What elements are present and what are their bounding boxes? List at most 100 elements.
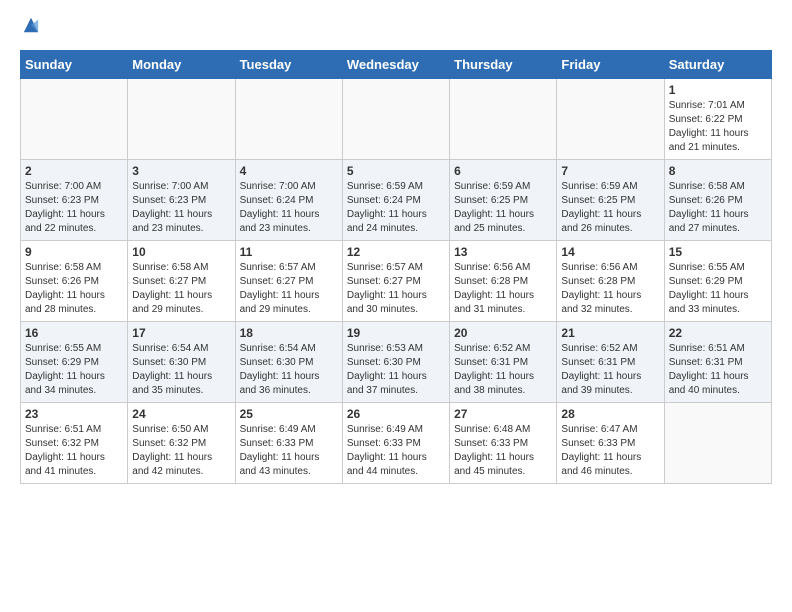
calendar-cell: 10 Sunrise: 6:58 AM Sunset: 6:27 PM Dayli… (128, 241, 235, 322)
calendar-table: SundayMondayTuesdayWednesdayThursdayFrid… (20, 50, 772, 484)
calendar-cell: 22 Sunrise: 6:51 AM Sunset: 6:31 PM Dayli… (664, 322, 771, 403)
day-info: Sunrise: 7:00 AM Sunset: 6:23 PM Dayligh… (132, 180, 230, 236)
calendar-cell (128, 79, 235, 160)
calendar-cell (557, 79, 664, 160)
calendar-week-row: 9 Sunrise: 6:58 AM Sunset: 6:26 PM Daylig… (21, 241, 772, 322)
calendar-cell: 2 Sunrise: 7:00 AM Sunset: 6:23 PM Daylig… (21, 160, 128, 241)
calendar-cell (21, 79, 128, 160)
day-number: 19 (347, 326, 445, 340)
day-info: Sunrise: 6:56 AM Sunset: 6:28 PM Dayligh… (561, 261, 659, 317)
calendar-cell (450, 79, 557, 160)
day-number: 24 (132, 407, 230, 421)
day-info: Sunrise: 6:59 AM Sunset: 6:25 PM Dayligh… (561, 180, 659, 236)
day-number: 25 (240, 407, 338, 421)
day-number: 27 (454, 407, 552, 421)
calendar-cell: 19 Sunrise: 6:53 AM Sunset: 6:30 PM Dayli… (342, 322, 449, 403)
day-info: Sunrise: 6:53 AM Sunset: 6:30 PM Dayligh… (347, 342, 445, 398)
calendar-week-row: 2 Sunrise: 7:00 AM Sunset: 6:23 PM Daylig… (21, 160, 772, 241)
calendar-cell: 5 Sunrise: 6:59 AM Sunset: 6:24 PM Daylig… (342, 160, 449, 241)
calendar-cell (664, 403, 771, 484)
day-info: Sunrise: 6:49 AM Sunset: 6:33 PM Dayligh… (347, 423, 445, 479)
day-info: Sunrise: 6:58 AM Sunset: 6:26 PM Dayligh… (25, 261, 123, 317)
day-info: Sunrise: 6:51 AM Sunset: 6:32 PM Dayligh… (25, 423, 123, 479)
calendar-cell (342, 79, 449, 160)
day-number: 1 (669, 83, 767, 97)
day-info: Sunrise: 6:52 AM Sunset: 6:31 PM Dayligh… (561, 342, 659, 398)
day-number: 14 (561, 245, 659, 259)
calendar-cell: 4 Sunrise: 7:00 AM Sunset: 6:24 PM Daylig… (235, 160, 342, 241)
day-info: Sunrise: 6:59 AM Sunset: 6:24 PM Dayligh… (347, 180, 445, 236)
day-header-friday: Friday (557, 51, 664, 79)
logo-icon (22, 16, 40, 34)
day-header-wednesday: Wednesday (342, 51, 449, 79)
page-header (20, 20, 772, 34)
day-number: 23 (25, 407, 123, 421)
day-number: 16 (25, 326, 123, 340)
calendar-cell: 20 Sunrise: 6:52 AM Sunset: 6:31 PM Dayli… (450, 322, 557, 403)
day-header-sunday: Sunday (21, 51, 128, 79)
day-number: 18 (240, 326, 338, 340)
day-number: 12 (347, 245, 445, 259)
day-info: Sunrise: 7:01 AM Sunset: 6:22 PM Dayligh… (669, 99, 767, 155)
calendar-body: 1 Sunrise: 7:01 AM Sunset: 6:22 PM Daylig… (21, 79, 772, 484)
calendar-week-row: 1 Sunrise: 7:01 AM Sunset: 6:22 PM Daylig… (21, 79, 772, 160)
calendar-week-row: 23 Sunrise: 6:51 AM Sunset: 6:32 PM Dayli… (21, 403, 772, 484)
calendar-cell: 13 Sunrise: 6:56 AM Sunset: 6:28 PM Dayli… (450, 241, 557, 322)
day-info: Sunrise: 6:57 AM Sunset: 6:27 PM Dayligh… (240, 261, 338, 317)
day-info: Sunrise: 6:58 AM Sunset: 6:27 PM Dayligh… (132, 261, 230, 317)
day-number: 10 (132, 245, 230, 259)
day-number: 26 (347, 407, 445, 421)
day-number: 17 (132, 326, 230, 340)
day-info: Sunrise: 6:59 AM Sunset: 6:25 PM Dayligh… (454, 180, 552, 236)
calendar-cell: 6Sunrise: 6:59 AM Sunset: 6:25 PM Daylig… (450, 160, 557, 241)
day-number: 22 (669, 326, 767, 340)
day-info: Sunrise: 6:55 AM Sunset: 6:29 PM Dayligh… (669, 261, 767, 317)
day-info: Sunrise: 6:48 AM Sunset: 6:33 PM Dayligh… (454, 423, 552, 479)
calendar-cell: 15 Sunrise: 6:55 AM Sunset: 6:29 PM Dayli… (664, 241, 771, 322)
day-info: Sunrise: 6:58 AM Sunset: 6:26 PM Dayligh… (669, 180, 767, 236)
day-number: 13 (454, 245, 552, 259)
day-info: Sunrise: 6:56 AM Sunset: 6:28 PM Dayligh… (454, 261, 552, 317)
calendar-cell (235, 79, 342, 160)
day-number: 5 (347, 164, 445, 178)
day-number: 9 (25, 245, 123, 259)
day-info: Sunrise: 7:00 AM Sunset: 6:24 PM Dayligh… (240, 180, 338, 236)
calendar-cell: 16 Sunrise: 6:55 AM Sunset: 6:29 PM Dayli… (21, 322, 128, 403)
day-number: 11 (240, 245, 338, 259)
day-number: 28 (561, 407, 659, 421)
calendar-cell: 24 Sunrise: 6:50 AM Sunset: 6:32 PM Dayli… (128, 403, 235, 484)
calendar-cell: 3 Sunrise: 7:00 AM Sunset: 6:23 PM Daylig… (128, 160, 235, 241)
day-number: 15 (669, 245, 767, 259)
calendar-cell: 1 Sunrise: 7:01 AM Sunset: 6:22 PM Daylig… (664, 79, 771, 160)
day-info: Sunrise: 6:51 AM Sunset: 6:31 PM Dayligh… (669, 342, 767, 398)
calendar-week-row: 16 Sunrise: 6:55 AM Sunset: 6:29 PM Dayli… (21, 322, 772, 403)
day-header-saturday: Saturday (664, 51, 771, 79)
day-number: 20 (454, 326, 552, 340)
calendar-cell: 23 Sunrise: 6:51 AM Sunset: 6:32 PM Dayli… (21, 403, 128, 484)
day-number: 2 (25, 164, 123, 178)
logo (20, 20, 40, 34)
calendar-cell: 27 Sunrise: 6:48 AM Sunset: 6:33 PM Dayli… (450, 403, 557, 484)
calendar-cell: 12Sunrise: 6:57 AM Sunset: 6:27 PM Dayli… (342, 241, 449, 322)
calendar-cell: 8Sunrise: 6:58 AM Sunset: 6:26 PM Daylig… (664, 160, 771, 241)
day-number: 7 (561, 164, 659, 178)
day-info: Sunrise: 6:49 AM Sunset: 6:33 PM Dayligh… (240, 423, 338, 479)
day-info: Sunrise: 6:47 AM Sunset: 6:33 PM Dayligh… (561, 423, 659, 479)
day-info: Sunrise: 6:52 AM Sunset: 6:31 PM Dayligh… (454, 342, 552, 398)
day-info: Sunrise: 7:00 AM Sunset: 6:23 PM Dayligh… (25, 180, 123, 236)
calendar-cell: 17 Sunrise: 6:54 AM Sunset: 6:30 PM Dayli… (128, 322, 235, 403)
day-info: Sunrise: 6:50 AM Sunset: 6:32 PM Dayligh… (132, 423, 230, 479)
day-number: 3 (132, 164, 230, 178)
calendar-cell: 9 Sunrise: 6:58 AM Sunset: 6:26 PM Daylig… (21, 241, 128, 322)
day-header-monday: Monday (128, 51, 235, 79)
calendar-cell: 25 Sunrise: 6:49 AM Sunset: 6:33 PM Dayli… (235, 403, 342, 484)
calendar-cell: 18Sunrise: 6:54 AM Sunset: 6:30 PM Dayli… (235, 322, 342, 403)
day-info: Sunrise: 6:54 AM Sunset: 6:30 PM Dayligh… (132, 342, 230, 398)
day-number: 21 (561, 326, 659, 340)
calendar-cell: 11 Sunrise: 6:57 AM Sunset: 6:27 PM Dayli… (235, 241, 342, 322)
day-info: Sunrise: 6:55 AM Sunset: 6:29 PM Dayligh… (25, 342, 123, 398)
calendar-cell: 7 Sunrise: 6:59 AM Sunset: 6:25 PM Daylig… (557, 160, 664, 241)
calendar-cell: 21 Sunrise: 6:52 AM Sunset: 6:31 PM Dayli… (557, 322, 664, 403)
day-header-tuesday: Tuesday (235, 51, 342, 79)
day-number: 4 (240, 164, 338, 178)
